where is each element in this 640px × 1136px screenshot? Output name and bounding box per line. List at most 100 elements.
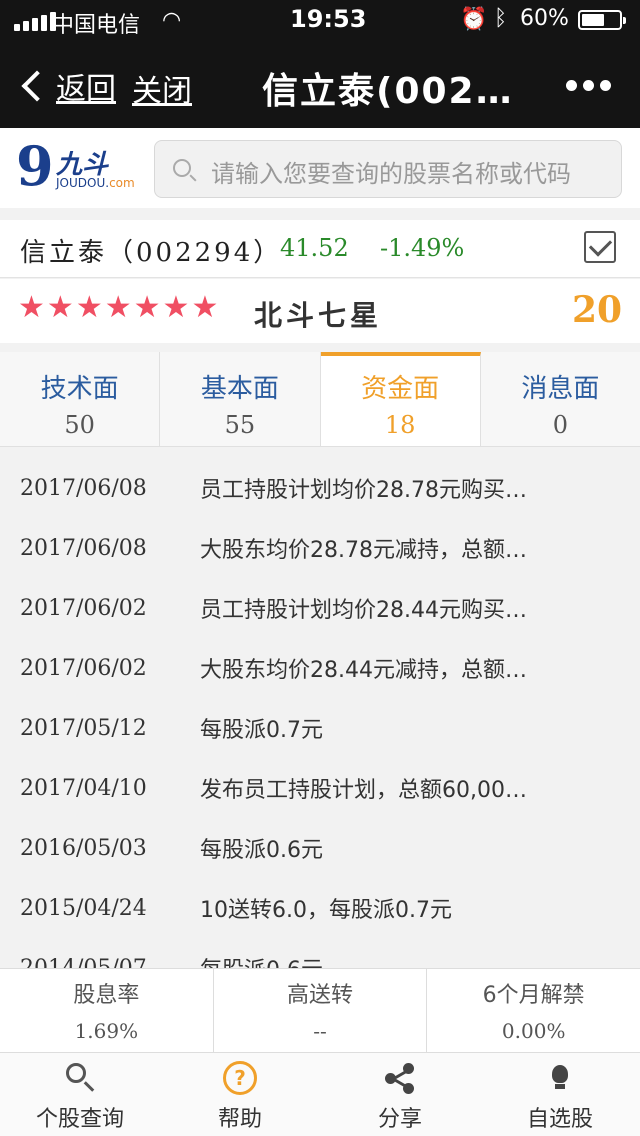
tab-label: 基本面 [200,374,279,404]
watchlist-checkbox[interactable] [584,231,616,263]
event-date: 2015/04/24 [20,895,147,921]
tab-label: 分享 [377,1107,422,1132]
list-item[interactable]: 2017/06/08 大股东均价28.78元减持，总额… [0,518,640,578]
tab-score: 50 [64,411,95,439]
back-label: 返回 [56,72,116,107]
nav-bar: 返回 关闭 信立泰(002... [0,40,640,128]
event-date: 2017/06/02 [20,595,147,621]
tab-news[interactable]: 消息面 0 [480,352,640,446]
stock-quote-row: 信立泰（002294） 41.52 -1.49% [0,220,640,278]
lockup-expiry: 6个月解禁 0.00% [427,969,640,1052]
tab-label: 资金面 [361,374,440,404]
logo-mark: 9 [16,134,54,198]
more-options-button[interactable] [566,80,611,91]
event-text: 大股东均价28.78元减持，总额… [200,538,527,563]
tab-fundamental[interactable]: 基本面 55 [160,352,321,446]
joudou-logo[interactable]: 9 九斗 JOUDOU.com [16,134,140,198]
status-bar: 中国电信 ◠ 19:53 ⏰ ᛒ 60% [0,0,640,40]
list-item[interactable]: 2015/04/24 10送转6.0，每股派0.7元 [0,878,640,938]
high-transfer: 高送转 -- [214,969,428,1052]
back-button[interactable]: 返回 [18,64,116,108]
star-icon: ★ [18,290,45,325]
tab-label: 自选股 [526,1107,593,1132]
carrier-label: 中国电信 [52,13,141,38]
tab-watchlist[interactable]: 自选股 [480,1053,640,1136]
help-icon: ? [223,1061,257,1095]
event-text: 员工持股计划均价28.78元购买… [200,478,527,503]
event-date: 2017/05/12 [20,715,147,741]
search-icon [173,159,191,177]
event-date: 2017/06/08 [20,535,147,561]
search-bar: 9 九斗 JOUDOU.com 请输入您要查询的股票名称或代码 [0,128,640,208]
star-icon: ★ [133,290,161,325]
list-item[interactable]: 2017/04/10 发布员工持股计划，总额60,00… [0,758,640,818]
search-placeholder: 请输入您要查询的股票名称或代码 [211,160,571,188]
event-text: 每股派0.7元 [200,718,323,743]
list-item[interactable]: 2017/06/02 员工持股计划均价28.44元购买… [0,578,640,638]
summary-stats: 股息率 1.69% 高送转 -- 6个月解禁 0.00% [0,968,640,1052]
stat-label: 6个月解禁 [482,983,585,1008]
bottom-tab-bar: 个股查询 ? 帮助 分享 自选股 [0,1052,640,1136]
stat-value: -- [313,1019,327,1043]
alarm-icon: ⏰ [460,7,488,32]
event-text: 大股东均价28.44元减持，总额… [200,658,527,683]
tab-score: 0 [552,411,569,439]
tab-share[interactable]: 分享 [320,1053,480,1136]
event-text: 每股派0.6元 [200,952,545,968]
star-icon: ★ [191,290,219,325]
event-text: 发布员工持股计划，总额60,00… [200,778,527,803]
clock: 19:53 [290,5,367,33]
event-date: 2016/05/03 [20,835,147,861]
chevron-left-icon [21,70,53,102]
tab-help[interactable]: ? 帮助 [160,1053,320,1136]
stat-label: 高送转 [287,983,354,1008]
event-text: 员工持股计划均价28.44元购买… [200,598,527,623]
tab-label: 技术面 [40,374,119,404]
star-icon: ★ [162,290,190,325]
bulb-icon [543,1061,577,1095]
battery-percent: 60% [520,6,569,31]
close-button[interactable]: 关闭 [132,66,192,110]
star-icon: ★ [46,290,74,325]
rating-label: 北斗七星 [254,299,383,332]
star-icon: ★ [75,290,103,325]
event-text: 每股派0.6元 [200,838,323,863]
stock-name: 信立泰（002294） [20,238,283,268]
rating-score: 20 [572,289,623,331]
star-rating: ★ ★ ★ ★ ★ ★ ★ [18,293,218,323]
tab-label: 消息面 [521,374,600,404]
analysis-tabs: 技术面 50 基本面 55 资金面 18 消息面 0 [0,352,640,447]
signal-icon [14,12,56,31]
tab-capital[interactable]: 资金面 18 [320,352,481,446]
bluetooth-icon: ᛒ [494,6,508,31]
tab-score: 55 [224,411,256,439]
top-bar: 中国电信 ◠ 19:53 ⏰ ᛒ 60% 返回 关闭 信立泰(002... [0,0,640,128]
tab-label: 个股查询 [35,1107,124,1132]
battery-icon [578,10,626,30]
list-item[interactable]: 2017/05/12 每股派0.7元 [0,698,640,758]
stat-label: 股息率 [73,983,140,1008]
logo-en: JOUDOU.com [56,176,135,190]
list-item[interactable]: 2017/06/02 大股东均价28.44元减持，总额… [0,638,640,698]
stat-value: 1.69% [74,1019,139,1043]
stock-search-input[interactable]: 请输入您要查询的股票名称或代码 [154,140,622,198]
page-title: 信立泰(002... [262,71,522,112]
tab-stock-search[interactable]: 个股查询 [0,1053,160,1136]
list-item[interactable]: 2016/05/03 每股派0.6元 [0,818,640,878]
stat-value: 0.00% [501,1019,566,1043]
tab-label: 帮助 [217,1107,262,1132]
stock-price: 41.52 [280,234,349,262]
list-item[interactable]: 2017/06/08 员工持股计划均价28.78元购买… [0,458,640,518]
list-item[interactable]: 2014/05/07 每股派0.6元 [0,938,640,969]
event-date: 2017/04/10 [20,775,147,801]
event-date: 2017/06/02 [20,655,147,681]
event-date: 2017/06/08 [20,475,147,501]
event-list[interactable]: 2017/06/08 员工持股计划均价28.78元购买… 2017/06/08 大股… [0,458,640,969]
search-icon [63,1061,97,1095]
stock-change: -1.49% [380,234,465,262]
tab-technical[interactable]: 技术面 50 [0,352,161,446]
share-icon [383,1061,417,1095]
wifi-icon: ◠ [162,8,182,33]
tab-score: 18 [384,411,416,439]
star-icon: ★ [104,290,132,325]
